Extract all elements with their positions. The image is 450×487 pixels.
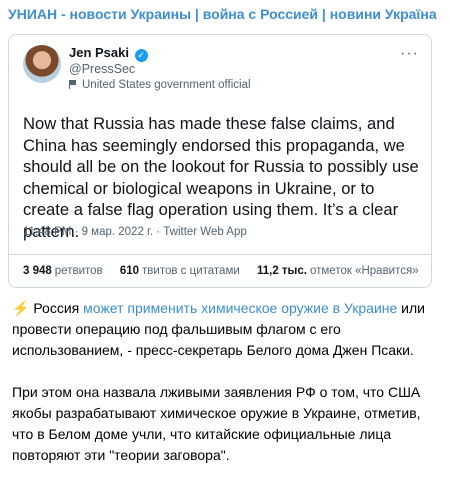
retweets-stat[interactable]: 3 948 ретвитов [23,265,103,277]
more-options-icon[interactable]: ··· [400,45,419,63]
post-body: ⚡️ Россия может применить химическое ору… [12,298,442,487]
author-name: Jen Psaki [69,45,129,60]
divider [9,254,431,255]
likes-count: 11,2 тыс. [256,265,307,277]
tweet-text: Now that Russia has made these false cla… [23,114,419,241]
tweet-author[interactable]: Jen Psaki ✓ [69,45,148,62]
likes-label: отметок «Нравится» [309,265,419,277]
post-text: Россия [29,300,84,316]
quotes-count: 610 [119,265,140,277]
tweet-handle[interactable]: @PressSec [69,62,135,76]
article-link[interactable]: может применить химическое оружие в Укра… [83,300,397,316]
embedded-tweet[interactable]: Jen Psaki ✓ @PressSec United States gove… [8,34,432,288]
post-paragraph: При этом она назвала лживыми заявления Р… [12,384,421,463]
flag-icon [69,80,78,89]
post-paragraph: ⚡️ Россия может применить химическое ору… [12,298,442,361]
retweets-count: 3 948 [23,265,52,277]
government-label: United States government official [69,79,251,91]
lightning-icon: ⚡️ [12,300,30,316]
quotes-stat[interactable]: 610 твитов с цитатами [120,265,240,277]
retweets-label: ретвитов [54,265,103,277]
tweet-stats: 3 948 ретвитов 610 твитов с цитатами 11,2 … [23,265,433,277]
quotes-label: твитов с цитатами [142,265,240,277]
channel-title[interactable]: УНИАН - новости Украины | война с Россие… [8,6,438,22]
tweet-timestamp[interactable]: 11:48 PM · 9 мар. 2022 г. · Twitter Web … [23,226,247,238]
verified-badge-icon: ✓ [134,49,148,62]
likes-stat[interactable]: 11,2 тыс. отметок «Нравится» [257,265,419,277]
avatar[interactable] [23,45,61,83]
government-label-text: United States government official [82,79,251,91]
